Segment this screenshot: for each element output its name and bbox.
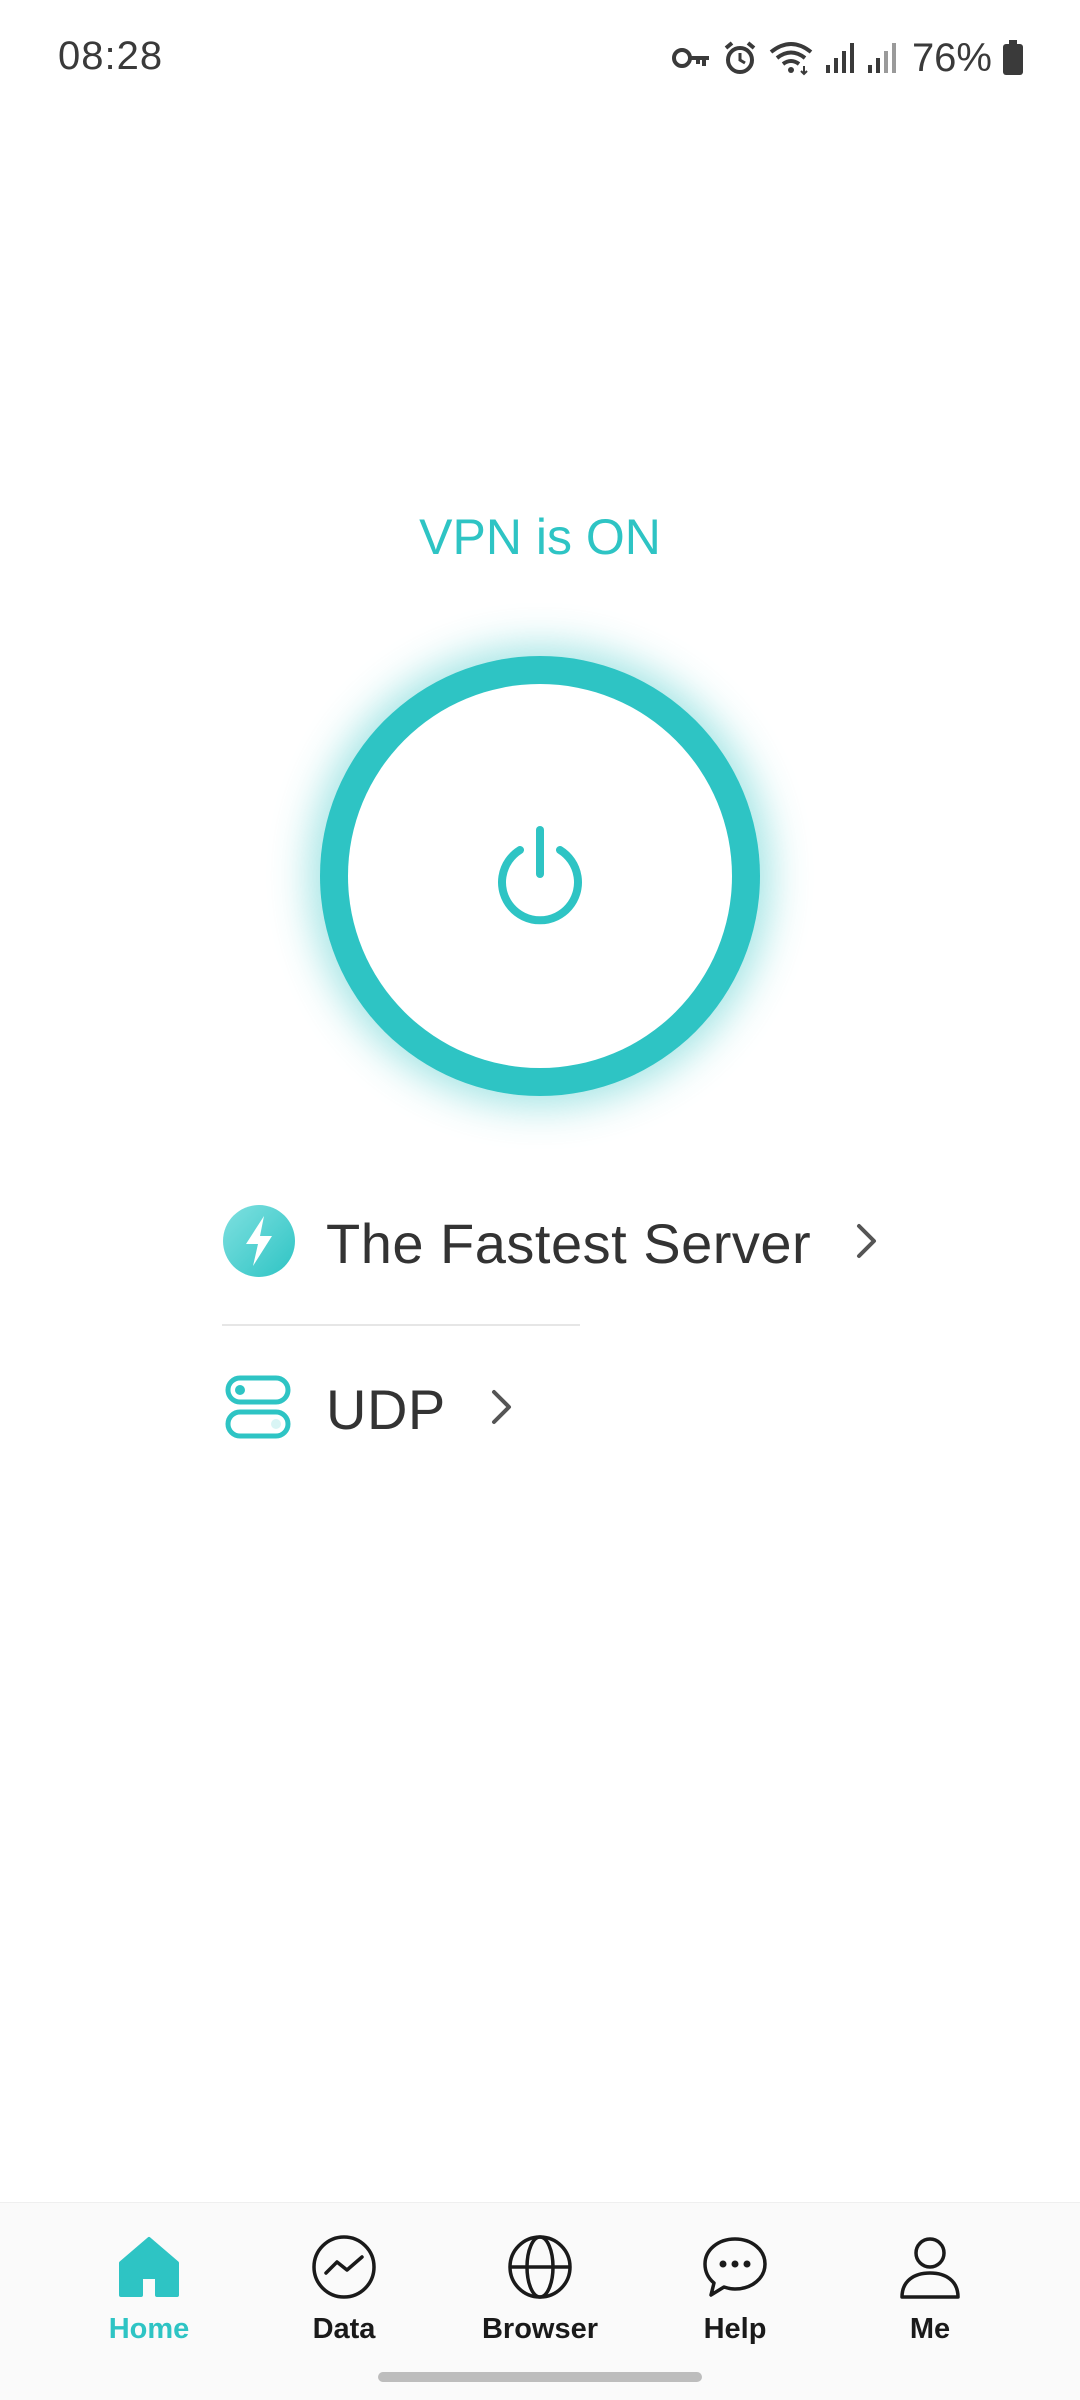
- toggle-icon: [222, 1370, 296, 1449]
- nav-me[interactable]: Me: [850, 2233, 1010, 2346]
- power-button-face: [348, 684, 732, 1068]
- wifi-icon: [768, 40, 814, 76]
- status-icons: 76%: [671, 32, 1024, 84]
- battery-icon: [1002, 40, 1024, 76]
- lightning-icon: [222, 1204, 296, 1283]
- signal-icon: [866, 41, 898, 75]
- status-bar: 08:28 76%: [0, 0, 1080, 120]
- signal-icon: [824, 41, 856, 75]
- options-divider: [222, 1324, 580, 1326]
- vpn-status-text: VPN is ON: [419, 509, 661, 565]
- protocol-selector[interactable]: UDP: [222, 1366, 514, 1452]
- vpn-home-screen: 08:28 76% VPN is ON The Fastest Server U…: [0, 0, 1080, 2400]
- bottom-nav: Home Data Browser Help Me: [0, 2202, 1080, 2400]
- home-indicator[interactable]: [378, 2372, 702, 2382]
- nav-help-label: Help: [703, 2313, 767, 2345]
- vpn-power-button[interactable]: [320, 656, 760, 1096]
- nav-home-label: Home: [108, 2313, 190, 2345]
- server-selector[interactable]: The Fastest Server: [222, 1200, 879, 1286]
- chat-icon: [701, 2233, 769, 2301]
- chart-icon: [310, 2233, 378, 2301]
- status-time: 08:28: [58, 34, 164, 78]
- power-icon: [488, 822, 592, 931]
- globe-icon: [506, 2233, 574, 2301]
- chevron-right-icon: [855, 1222, 879, 1265]
- protocol-label: UDP: [326, 1377, 446, 1441]
- alarm-icon: [722, 40, 758, 76]
- nav-browser-label: Browser: [481, 2313, 599, 2345]
- nav-browser[interactable]: Browser: [460, 2233, 620, 2346]
- nav-help[interactable]: Help: [655, 2233, 815, 2346]
- nav-data[interactable]: Data: [264, 2233, 424, 2346]
- nav-me-label: Me: [909, 2313, 951, 2345]
- nav-data-label: Data: [312, 2313, 376, 2345]
- nav-home[interactable]: Home: [69, 2233, 229, 2346]
- home-icon: [115, 2233, 183, 2301]
- chevron-right-icon: [490, 1388, 514, 1431]
- battery-percent: 76%: [911, 35, 992, 80]
- user-icon: [896, 2233, 964, 2301]
- server-label: The Fastest Server: [326, 1211, 812, 1275]
- vpn-key-icon: [671, 44, 712, 72]
